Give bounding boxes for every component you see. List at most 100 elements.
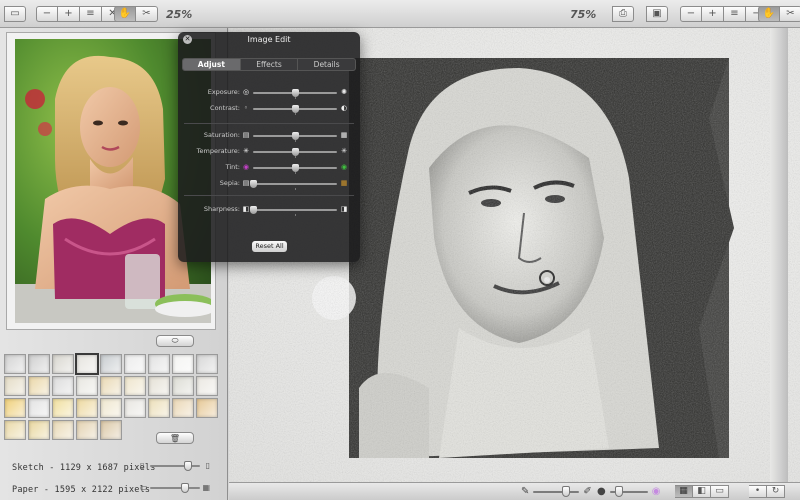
paper-swatch[interactable] bbox=[148, 376, 170, 396]
temperature-label: Temperature: bbox=[196, 147, 240, 155]
sharpness-slider-row: Sharpness: ◧ ◨ bbox=[178, 204, 360, 216]
temperature-min-icon: ✳ bbox=[243, 147, 249, 155]
contrast-slider-thumb[interactable] bbox=[292, 105, 299, 113]
sepia-label: Sepia: bbox=[219, 179, 240, 187]
paper-swatch-grid bbox=[4, 353, 224, 440]
paper-swatch[interactable] bbox=[52, 354, 74, 374]
rotate-button[interactable]: ↻ bbox=[767, 485, 785, 498]
paper-slider-track bbox=[150, 487, 200, 489]
saturation-slider[interactable] bbox=[253, 132, 337, 142]
tint-min-icon: ◉ bbox=[242, 163, 250, 171]
paper-swatch[interactable] bbox=[148, 354, 170, 374]
view-contrast-button[interactable]: ◧ bbox=[693, 485, 711, 498]
paper-swatch[interactable] bbox=[4, 398, 26, 418]
paper-swatch[interactable] bbox=[172, 354, 194, 374]
right-zoom-in-button[interactable]: + bbox=[702, 6, 724, 22]
orientation-group: • ↻ bbox=[749, 485, 785, 498]
paper-swatch[interactable] bbox=[124, 398, 146, 418]
contrast-slider[interactable] bbox=[253, 105, 337, 115]
paper-swatch[interactable] bbox=[4, 420, 26, 440]
paper-swatch[interactable] bbox=[75, 353, 99, 375]
temperature-slider-thumb[interactable] bbox=[292, 148, 299, 156]
paper-swatch[interactable] bbox=[100, 420, 122, 440]
paper-swatch[interactable] bbox=[100, 354, 122, 374]
paper-size-slider[interactable]: ▭ ▦ bbox=[140, 482, 210, 494]
sepia-slider[interactable] bbox=[250, 180, 337, 190]
pencil-slider[interactable] bbox=[533, 485, 580, 497]
sharpness-slider-thumb[interactable] bbox=[250, 206, 257, 214]
temperature-slider-row: Temperature: ✳ ✳ bbox=[178, 146, 360, 158]
zoom-out-button[interactable]: − bbox=[36, 6, 58, 22]
sketch-slider-thumb[interactable] bbox=[183, 461, 192, 471]
paper-slider-thumb[interactable] bbox=[181, 483, 189, 493]
paper-swatch[interactable] bbox=[196, 376, 218, 396]
right-zoom-level: 75% bbox=[570, 8, 597, 21]
crop-icon: ✂ bbox=[786, 8, 795, 19]
paper-swatch[interactable] bbox=[52, 420, 74, 440]
hand-tool-button[interactable]: ✋ bbox=[114, 6, 136, 22]
open-button[interactable]: ▭ bbox=[4, 6, 26, 22]
pencil-thick-icon: ✐ bbox=[583, 485, 592, 497]
right-hand-tool-button[interactable]: ✋ bbox=[758, 6, 780, 22]
gray-ball-icon: ● bbox=[597, 485, 606, 497]
tint-slider-thumb[interactable] bbox=[292, 164, 299, 172]
paper-swatch[interactable] bbox=[124, 354, 146, 374]
panel-tabs: Adjust Effects Details bbox=[182, 58, 356, 71]
paper-swatch[interactable] bbox=[172, 398, 194, 418]
crop-tool-button[interactable]: ✂ bbox=[136, 6, 158, 22]
right-zoom-out-button[interactable]: − bbox=[680, 6, 702, 22]
delete-paper-button[interactable]: 🗑 bbox=[156, 432, 194, 444]
tab-adjust[interactable]: Adjust bbox=[183, 59, 241, 70]
paper-options-button[interactable]: ⬭ bbox=[156, 335, 194, 347]
paper-swatch[interactable] bbox=[76, 398, 98, 418]
save-button[interactable]: ▣ bbox=[646, 6, 668, 22]
paper-swatch[interactable] bbox=[196, 354, 218, 374]
color-slider[interactable] bbox=[609, 485, 648, 497]
color-slider-thumb[interactable] bbox=[615, 485, 624, 497]
paper-swatch[interactable] bbox=[148, 398, 170, 418]
view-paper-button[interactable]: ▦ bbox=[675, 485, 693, 498]
reset-all-button[interactable]: Reset All bbox=[252, 241, 287, 252]
paper-swatch[interactable] bbox=[172, 376, 194, 396]
paper-swatch[interactable] bbox=[100, 398, 122, 418]
paper-swatch[interactable] bbox=[124, 376, 146, 396]
tint-max-icon: ◉ bbox=[340, 163, 348, 171]
saturation-slider-thumb[interactable] bbox=[292, 132, 299, 140]
paper-swatch[interactable] bbox=[52, 376, 74, 396]
paper-swatch[interactable] bbox=[100, 376, 122, 396]
paper-swatch[interactable] bbox=[28, 354, 50, 374]
color-ball-icon: ◉ bbox=[651, 485, 661, 497]
dot-button[interactable]: • bbox=[749, 485, 767, 498]
contrast-min-icon: ◦ bbox=[243, 104, 249, 112]
saturation-min-icon: ▤ bbox=[242, 131, 250, 139]
paper-swatch[interactable] bbox=[76, 420, 98, 440]
paper-swatch[interactable] bbox=[28, 376, 50, 396]
paper-swatch[interactable] bbox=[52, 398, 74, 418]
sketch-size-slider[interactable]: ▯ ▯ bbox=[140, 460, 210, 472]
view-plain-button[interactable]: ▭ bbox=[711, 485, 729, 498]
contrast-max-icon: ◐ bbox=[340, 104, 348, 112]
pencil-slider-thumb[interactable] bbox=[561, 485, 570, 497]
paper-swatch[interactable] bbox=[196, 398, 218, 418]
saturation-slider-row: Saturation: ▤ ▦ bbox=[178, 130, 360, 142]
paper-swatch[interactable] bbox=[28, 398, 50, 418]
exposure-slider[interactable] bbox=[253, 89, 337, 99]
tab-effects[interactable]: Effects bbox=[241, 59, 299, 70]
zoom-in-button[interactable]: + bbox=[58, 6, 80, 22]
paper-swatch[interactable] bbox=[4, 354, 26, 374]
fit-button[interactable]: ≡ bbox=[80, 6, 102, 22]
paper-swatch[interactable] bbox=[76, 376, 98, 396]
right-fit-button[interactable]: ≡ bbox=[724, 6, 746, 22]
paper-swatch[interactable] bbox=[4, 376, 26, 396]
print-button[interactable]: ⎙ bbox=[612, 6, 634, 22]
sketch-info: Sketch - 1129 x 1687 pixels bbox=[12, 463, 156, 473]
sharpness-slider[interactable] bbox=[250, 206, 337, 216]
exposure-slider-thumb[interactable] bbox=[292, 89, 299, 97]
bottom-status-bar: ✎ ✐ ● ◉ ▦ ◧ ▭ • ↻ bbox=[229, 482, 800, 500]
sepia-slider-thumb[interactable] bbox=[250, 180, 257, 188]
right-crop-tool-button[interactable]: ✂ bbox=[780, 6, 800, 22]
tint-slider[interactable] bbox=[253, 164, 337, 174]
tab-details[interactable]: Details bbox=[298, 59, 355, 70]
paper-swatch[interactable] bbox=[28, 420, 50, 440]
temperature-slider[interactable] bbox=[253, 148, 337, 158]
